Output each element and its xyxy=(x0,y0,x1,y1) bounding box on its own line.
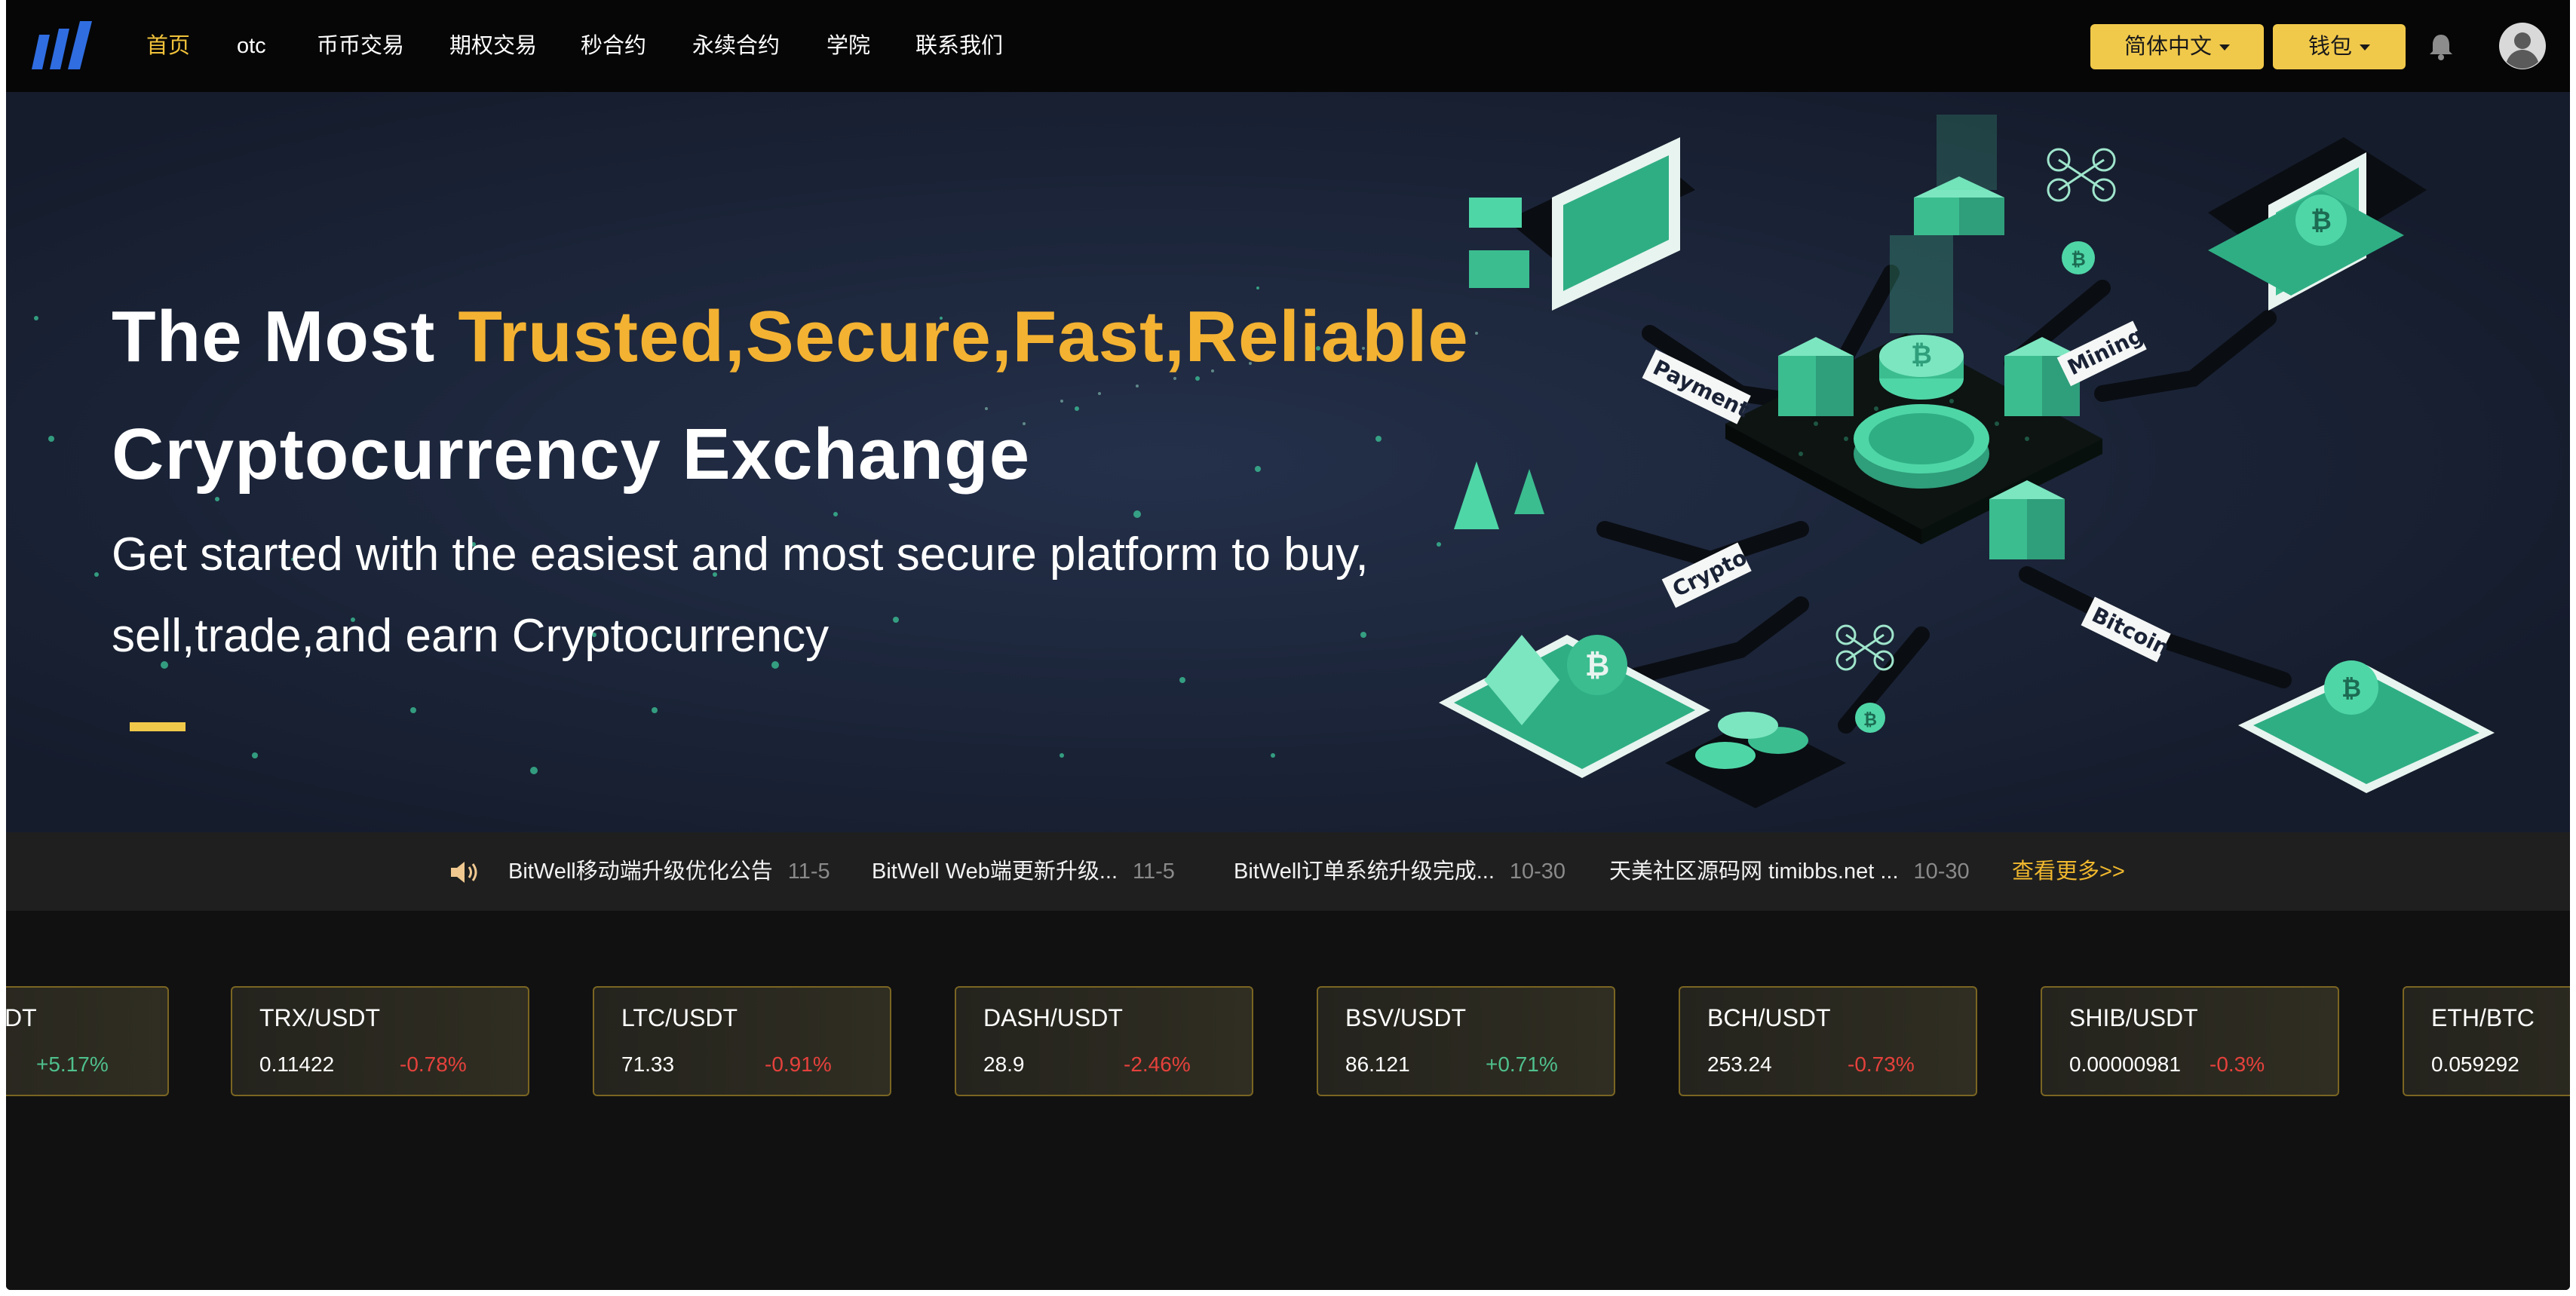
nav-item-contact-us[interactable]: 联系我们 xyxy=(915,29,1003,63)
ticker-pair: LTC/USDT xyxy=(621,1004,738,1031)
ticker-price: 86.121 xyxy=(1345,1052,1410,1076)
ticker-change: -0.3% xyxy=(2210,1052,2265,1076)
market-ticker-strip: DT +5.17% TRX/USDT 0.11422 -0.78% LTC/US… xyxy=(6,911,2570,1290)
svg-text:₿: ₿ xyxy=(2341,674,2361,703)
speaker-icon xyxy=(451,862,477,883)
ticker-price: 0.00000981 xyxy=(2069,1052,2181,1076)
svg-text:₿: ₿ xyxy=(1863,711,1877,730)
ticker-card[interactable]: TRX/USDT 0.11422 -0.78% xyxy=(231,986,529,1096)
nav-item-academy[interactable]: 学院 xyxy=(826,29,870,63)
ticker-price: 0.059292 xyxy=(2431,1052,2519,1076)
chevron-down-icon xyxy=(2360,44,2370,51)
nav-item-otc[interactable]: otc xyxy=(237,29,266,63)
top-navbar: 首页 otc 币币交易 期权交易 秒合约 永续合约 学院 联系我们 简体中文 钱… xyxy=(6,0,2570,92)
notice-item[interactable]: BitWell Web端更新升级... 11-5 xyxy=(872,855,1175,888)
ticker-card[interactable]: LTC/USDT 71.33 -0.91% xyxy=(593,986,891,1096)
avatar-icon[interactable] xyxy=(2499,23,2546,69)
nav-item-second-contract[interactable]: 秒合约 xyxy=(581,29,646,63)
logo-icon[interactable] xyxy=(32,20,97,72)
bell-icon[interactable] xyxy=(2428,33,2454,60)
notice-date: 10-30 xyxy=(1913,859,1970,884)
view-more-link[interactable]: 查看更多>> xyxy=(2012,855,2125,888)
ticker-change: +0.71% xyxy=(1486,1052,1558,1076)
ticker-pair: DASH/USDT xyxy=(983,1004,1123,1031)
wallet-button[interactable]: 钱包 xyxy=(2273,24,2406,69)
ticker-change: -2.46% xyxy=(1124,1052,1191,1076)
nav-item-options-trading[interactable]: 期权交易 xyxy=(449,29,537,63)
notice-title: BitWell订单系统升级完成... xyxy=(1234,859,1495,884)
ticker-pair: BCH/USDT xyxy=(1707,1004,1831,1031)
ticker-price: 71.33 xyxy=(621,1052,675,1076)
ticker-pair: ETH/BTC xyxy=(2431,1004,2535,1031)
notice-title: BitWell Web端更新升级... xyxy=(872,859,1118,884)
notice-date: 11-5 xyxy=(787,859,830,884)
ticker-card[interactable]: BCH/USDT 253.24 -0.73% xyxy=(1679,986,1977,1096)
ticker-card[interactable]: ETH/BTC 0.059292 xyxy=(2403,986,2570,1096)
wallet-button-label: 钱包 xyxy=(2308,35,2352,59)
announcement-bar: BitWell移动端升级优化公告 11-5 BitWell Web端更新升级...… xyxy=(6,832,2570,911)
notice-date: 11-5 xyxy=(1133,859,1175,884)
ticker-pair: SHIB/USDT xyxy=(2069,1004,2198,1031)
notice-item[interactable]: 天美社区源码网 timibbs.net ... 10-30 xyxy=(1609,855,1970,888)
ticker-change: +5.17% xyxy=(36,1052,109,1076)
notice-title: 天美社区源码网 timibbs.net ... xyxy=(1609,859,1899,884)
browser-viewport: 首页 otc 币币交易 期权交易 秒合约 永续合约 学院 联系我们 简体中文 钱… xyxy=(6,0,2570,1290)
headline-prefix: The Most xyxy=(112,296,436,377)
notice-item[interactable]: BitWell移动端升级优化公告 11-5 xyxy=(508,855,830,888)
ticker-price: 28.9 xyxy=(983,1052,1025,1076)
ticker-pair: DT xyxy=(6,1004,37,1031)
notice-date: 10-30 xyxy=(1509,859,1566,884)
ticker-change: -0.73% xyxy=(1848,1052,1915,1076)
notice-item[interactable]: BitWell订单系统升级完成... 10-30 xyxy=(1234,855,1566,888)
carousel-indicator[interactable] xyxy=(130,722,186,731)
ticker-card[interactable]: BSV/USDT 86.121 +0.71% xyxy=(1317,986,1615,1096)
ticker-card[interactable]: DT +5.17% xyxy=(6,986,169,1096)
ticker-pair: BSV/USDT xyxy=(1345,1004,1467,1031)
svg-text:₿: ₿ xyxy=(2071,249,2086,270)
nav-item-spot-trading[interactable]: 币币交易 xyxy=(317,29,404,63)
ticker-price: 253.24 xyxy=(1707,1052,1772,1076)
ticker-card[interactable]: SHIB/USDT 0.00000981 -0.3% xyxy=(2041,986,2339,1096)
ticker-card[interactable]: DASH/USDT 28.9 -2.46% xyxy=(955,986,1253,1096)
ticker-pair: TRX/USDT xyxy=(259,1004,380,1031)
ticker-change: -0.91% xyxy=(765,1052,832,1076)
svg-text:₿: ₿ xyxy=(2311,206,2332,236)
hero-banner: ₿ ₿ ₿ ₿ ₿ ₿ Payment Mining Crypto Bitcoi… xyxy=(6,92,2570,832)
crypto-network-illustration: ₿ ₿ ₿ ₿ ₿ ₿ Payment Mining Crypto Bitcoi… xyxy=(1439,115,2495,808)
language-button[interactable]: 简体中文 xyxy=(2090,24,2264,69)
hero-headline-line1: The Most Trusted,Secure,Fast,Reliable xyxy=(112,296,1469,378)
hero-subtext: Get started with the easiest and most se… xyxy=(112,529,1369,662)
nav-item-perpetual-contract[interactable]: 永续合约 xyxy=(692,29,780,63)
language-button-label: 简体中文 xyxy=(2124,35,2212,59)
ticker-change: -0.78% xyxy=(400,1052,467,1076)
headline-highlight: Trusted,Secure,Fast,Reliable xyxy=(458,296,1469,377)
svg-text:₿: ₿ xyxy=(1585,648,1610,683)
chevron-down-icon xyxy=(2219,44,2230,51)
nav-item-home[interactable]: 首页 xyxy=(146,29,190,63)
notice-title: BitWell移动端升级优化公告 xyxy=(508,859,773,884)
svg-text:₿: ₿ xyxy=(1911,340,1932,370)
hero-headline-line2: Cryptocurrency Exchange xyxy=(112,414,1031,495)
ticker-price: 0.11422 xyxy=(259,1052,335,1076)
